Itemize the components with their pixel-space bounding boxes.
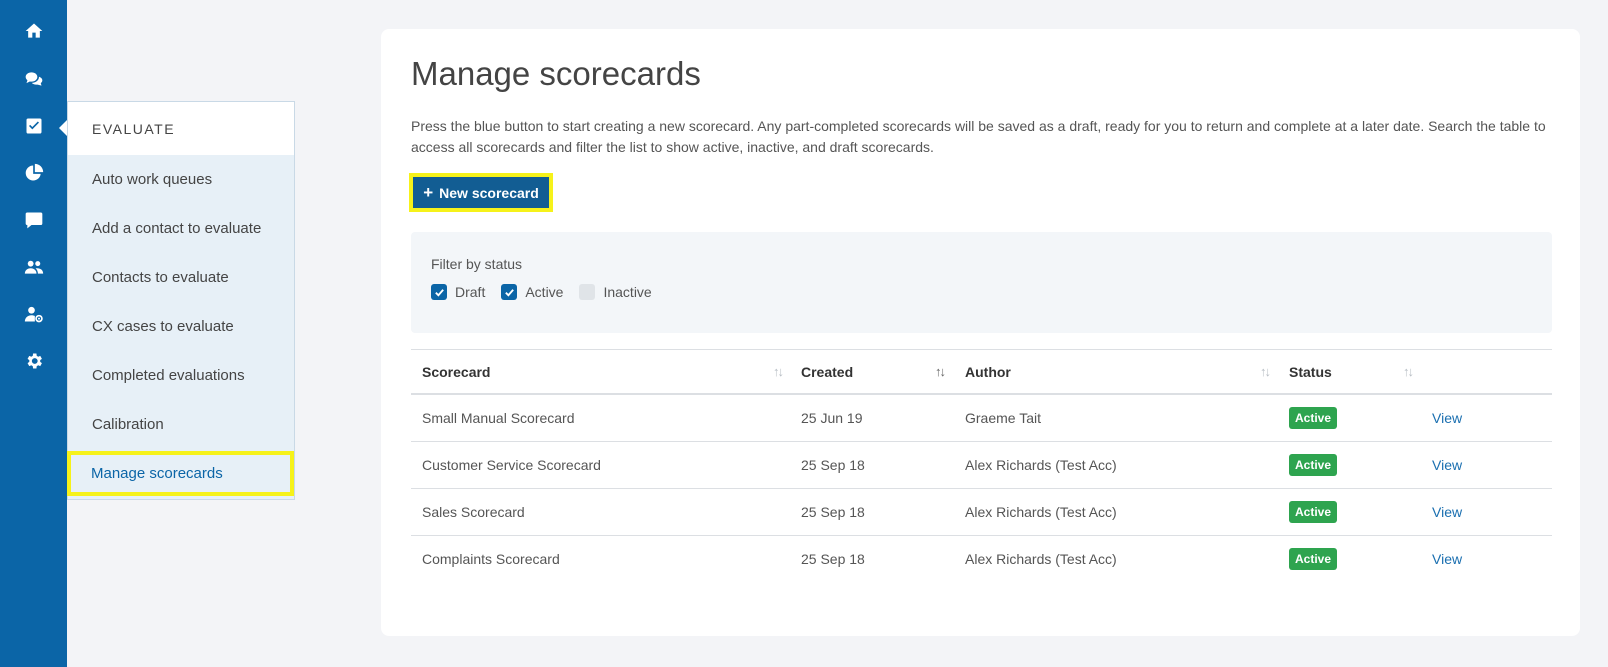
cell-scorecard: Customer Service Scorecard xyxy=(422,457,601,473)
submenu-item-calibration[interactable]: Calibration xyxy=(68,400,294,449)
users-icon[interactable] xyxy=(0,243,67,291)
filter-active[interactable]: Active xyxy=(501,284,563,300)
sort-icon[interactable]: ↑↓ xyxy=(1403,364,1414,379)
filter-label: Filter by status xyxy=(431,256,523,272)
view-link[interactable]: View xyxy=(1432,504,1462,520)
submenu-header: EVALUATE xyxy=(68,102,294,155)
view-link[interactable]: View xyxy=(1432,551,1462,567)
cell-created: 25 Sep 18 xyxy=(801,457,865,473)
submenu-item-cx-cases[interactable]: CX cases to evaluate xyxy=(68,302,294,351)
filter-panel: Filter by status Draft Active Inactive xyxy=(411,232,1552,333)
filter-options: Draft Active Inactive xyxy=(431,284,652,300)
comment-icon[interactable] xyxy=(0,196,67,244)
inactive-label: Inactive xyxy=(603,284,652,300)
plus-icon: + xyxy=(423,183,434,202)
icon-rail xyxy=(0,0,67,667)
draft-checkbox[interactable] xyxy=(431,284,447,300)
rail-selection-notch xyxy=(59,120,67,136)
status-badge: Active xyxy=(1289,454,1338,476)
status-badge: Active xyxy=(1289,501,1338,523)
page-title: Manage scorecards xyxy=(411,55,701,92)
cell-scorecard: Sales Scorecard xyxy=(422,504,525,520)
check-icon xyxy=(434,288,444,297)
filter-draft[interactable]: Draft xyxy=(431,284,485,300)
active-checkbox[interactable] xyxy=(501,284,518,300)
evaluate-submenu: EVALUATE Auto work queues Add a contact … xyxy=(67,101,295,500)
new-scorecard-label: New scorecard xyxy=(439,184,539,201)
check-icon xyxy=(505,288,514,297)
submenu-item-auto-work-queues[interactable]: Auto work queues xyxy=(68,155,294,204)
pie-chart-icon[interactable] xyxy=(0,149,67,197)
new-scorecard-button[interactable]: + New scorecard xyxy=(409,173,553,212)
column-header-status[interactable]: Status xyxy=(1289,350,1332,394)
table-row: Sales Scorecard 25 Sep 18 Alex Richards … xyxy=(411,489,1552,536)
table-row: Complaints Scorecard 25 Sep 18 Alex Rich… xyxy=(411,536,1552,583)
submenu-item-contacts-to-evaluate[interactable]: Contacts to evaluate xyxy=(68,253,294,302)
sort-icon[interactable]: ↑↓ xyxy=(935,364,946,379)
active-label: Active xyxy=(525,284,564,300)
cell-scorecard: Small Manual Scorecard xyxy=(422,410,575,426)
gear-icon[interactable] xyxy=(0,337,67,385)
cell-created: 25 Sep 18 xyxy=(801,504,865,520)
main-card: Manage scorecards Press the blue button … xyxy=(381,29,1580,636)
table-row: Customer Service Scorecard 25 Sep 18 Ale… xyxy=(411,442,1552,489)
filter-inactive[interactable]: Inactive xyxy=(579,284,652,300)
status-badge: Active xyxy=(1289,548,1338,570)
column-header-created[interactable]: Created xyxy=(801,350,853,394)
table-header: Scorecard ↑↓ Created ↑↓ Author ↑↓ Status… xyxy=(411,349,1552,395)
status-badge: Active xyxy=(1289,407,1338,429)
user-settings-icon[interactable] xyxy=(0,290,67,338)
intro-text: Press the blue button to start creating … xyxy=(411,118,1546,155)
cell-created: 25 Jun 19 xyxy=(801,410,863,426)
column-header-scorecard[interactable]: Scorecard xyxy=(422,350,490,394)
cell-author: Alex Richards (Test Acc) xyxy=(965,457,1117,473)
cell-author: Alex Richards (Test Acc) xyxy=(965,551,1117,567)
sort-icon[interactable]: ↑↓ xyxy=(1260,364,1271,379)
view-link[interactable]: View xyxy=(1432,457,1462,473)
inactive-checkbox[interactable] xyxy=(579,284,596,300)
checkbox-icon[interactable] xyxy=(0,102,67,150)
cell-created: 25 Sep 18 xyxy=(801,551,865,567)
draft-label: Draft xyxy=(455,284,486,300)
submenu-item-manage-scorecards[interactable]: Manage scorecards xyxy=(67,451,294,496)
cell-author: Alex Richards (Test Acc) xyxy=(965,504,1117,520)
scorecards-table: Scorecard ↑↓ Created ↑↓ Author ↑↓ Status… xyxy=(411,349,1552,583)
chat-bubbles-icon[interactable] xyxy=(0,55,67,103)
submenu-item-add-contact[interactable]: Add a contact to evaluate xyxy=(68,204,294,253)
view-link[interactable]: View xyxy=(1432,410,1462,426)
cell-author: Graeme Tait xyxy=(965,410,1041,426)
sort-icon[interactable]: ↑↓ xyxy=(773,364,784,379)
home-icon[interactable] xyxy=(0,7,67,55)
submenu-item-completed-evaluations[interactable]: Completed evaluations xyxy=(68,351,294,400)
cell-scorecard: Complaints Scorecard xyxy=(422,551,560,567)
table-row: Small Manual Scorecard 25 Jun 19 Graeme … xyxy=(411,395,1552,442)
column-header-author[interactable]: Author xyxy=(965,350,1011,394)
